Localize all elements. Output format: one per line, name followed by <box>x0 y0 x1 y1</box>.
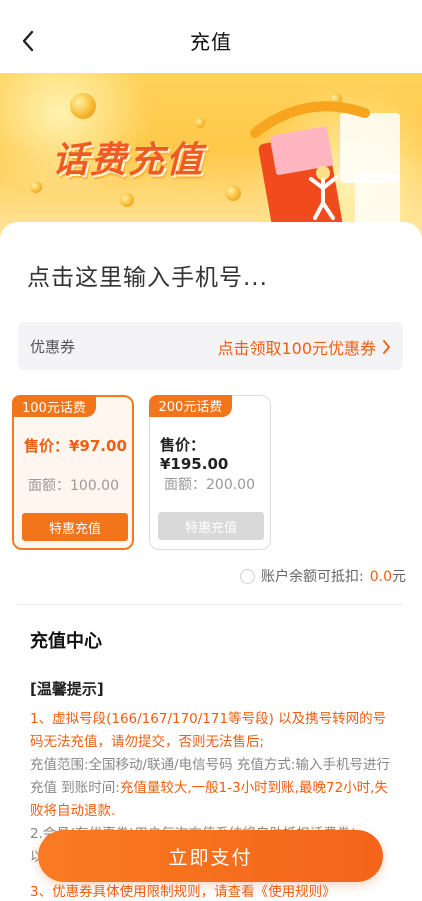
promo-banner: 话费充值 <box>0 73 422 243</box>
package-price: 售价：¥97.00 <box>24 437 127 455</box>
claim-coupon-link[interactable]: 点击领取100元优惠券 <box>217 335 391 359</box>
chevron-right-icon <box>383 340 391 354</box>
balance-unit: 元 <box>392 569 406 585</box>
tips-title: [温馨提示] <box>30 680 104 698</box>
recharge-center-title: 充值中心 <box>30 631 102 652</box>
divider <box>18 604 403 605</box>
coin-icon <box>195 118 205 128</box>
rules-tip: 3、优惠券具体使用限制规则，请查看《使用规则》 <box>30 884 336 900</box>
tip-1: 1、虚拟号段(166/167/170/171等号段) 以及携号转网的号码无法充值… <box>30 711 387 750</box>
back-button[interactable] <box>18 28 38 54</box>
phone-input[interactable]: 点击这里输入手机号... <box>27 258 268 292</box>
balance-label: 账户余额可抵扣: <box>261 569 364 585</box>
page-title: 充值 <box>190 29 232 54</box>
special-recharge-button[interactable]: 特惠充值 <box>158 512 264 540</box>
red-envelope-icon <box>250 101 400 238</box>
coin-icon <box>120 193 134 207</box>
pay-now-button[interactable]: 立即支付 <box>38 830 383 882</box>
claim-coupon-text: 点击领取100元优惠券 <box>217 339 376 358</box>
package-tag: 200元话费 <box>148 394 233 417</box>
package-price: 售价：¥195.00 <box>160 436 229 473</box>
balance-value: 0.0 <box>369 569 392 585</box>
package-card-200[interactable]: 200元话费 售价：¥195.00 面额：200.00 特惠充值 <box>148 394 271 550</box>
package-face-value: 面额：100.00 <box>28 478 119 494</box>
balance-radio[interactable] <box>240 568 256 584</box>
banner-title: 话费充值 <box>52 140 205 181</box>
balance-deduct-row[interactable]: 账户余额可抵扣: 0.0元 <box>240 566 406 586</box>
special-recharge-button[interactable]: 特惠充值 <box>22 513 128 541</box>
coin-icon <box>225 185 241 201</box>
tip-2: 充值范围:全国移动/联通/电信号码 充值方式:输入手机号进行充值 到账时间:充值… <box>30 757 390 819</box>
coupon-label: 优惠券 <box>30 338 76 356</box>
chevron-left-icon <box>22 30 34 52</box>
package-face-value: 面额：200.00 <box>164 477 255 493</box>
package-card-100[interactable]: 100元话费 售价：¥97.00 面额：100.00 特惠充值 <box>12 395 134 550</box>
coin-icon <box>70 93 96 119</box>
package-tag: 100元话费 <box>12 395 96 417</box>
coin-icon <box>30 181 42 193</box>
header: 充值 <box>0 0 422 80</box>
coupon-bar[interactable]: 优惠券 点击领取100元优惠券 <box>18 322 403 370</box>
